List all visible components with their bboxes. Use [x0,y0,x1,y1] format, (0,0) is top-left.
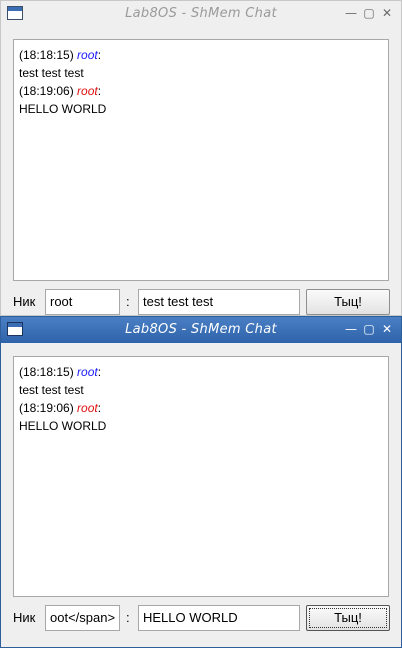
message-time: (18:18:15) [19,48,74,62]
message-nick: root [77,401,98,415]
maximize-icon[interactable]: ▢ [361,5,377,21]
message-log[interactable]: (18:18:15) root: test test test (18:19:0… [13,39,389,281]
message-input[interactable]: test test test [138,289,300,315]
send-button[interactable]: Тыц! [306,605,390,631]
window-title: Lab8OS - ShMem Chat [125,322,277,337]
message-text: HELLO WORLD [19,419,107,433]
title-bar[interactable]: Lab8OS - ShMem Chat — ▢ ✕ [1,317,401,343]
close-icon[interactable]: ✕ [379,321,395,337]
compose-bar: Ник oot</span> : HELLO WORLD Тыц! [1,603,401,633]
message-time: (18:19:06) [19,84,74,98]
message-text: test test test [19,66,84,80]
compose-bar: Ник root : test test test Тыц! [1,287,401,317]
separator: : [126,294,130,309]
nick-label: Ник [13,610,36,625]
message-text: test test test [19,383,84,397]
send-button[interactable]: Тыц! [306,289,390,315]
separator: : [126,610,130,625]
maximize-icon[interactable]: ▢ [361,321,377,337]
message-header: (18:19:06) root: [19,84,102,98]
message-nick: root [77,365,98,379]
nick-input[interactable]: oot</span> [45,605,120,631]
minimize-icon[interactable]: — [343,321,359,337]
close-icon[interactable]: ✕ [379,5,395,21]
nick-label: Ник [13,294,36,309]
window-title: Lab8OS - ShMem Chat [125,6,277,21]
message-header: (18:18:15) root: [19,365,102,379]
message-nick: root [77,48,98,62]
message-time: (18:19:06) [19,401,74,415]
message-input[interactable]: HELLO WORLD [138,605,300,631]
message-nick: root [77,84,98,98]
chat-window-2: Lab8OS - ShMem Chat — ▢ ✕ (18:18:15) roo… [0,316,402,648]
minimize-icon[interactable]: — [343,5,359,21]
message-time: (18:18:15) [19,365,74,379]
title-bar[interactable]: Lab8OS - ShMem Chat — ▢ ✕ [1,1,401,27]
chat-window-1: Lab8OS - ShMem Chat — ▢ ✕ (18:18:15) roo… [0,0,402,316]
message-log[interactable]: (18:18:15) root: test test test (18:19:0… [13,356,389,597]
message-header: (18:18:15) root: [19,48,102,62]
nick-input[interactable]: root [45,289,120,315]
message-text: HELLO WORLD [19,102,107,116]
message-header: (18:19:06) root: [19,401,102,415]
